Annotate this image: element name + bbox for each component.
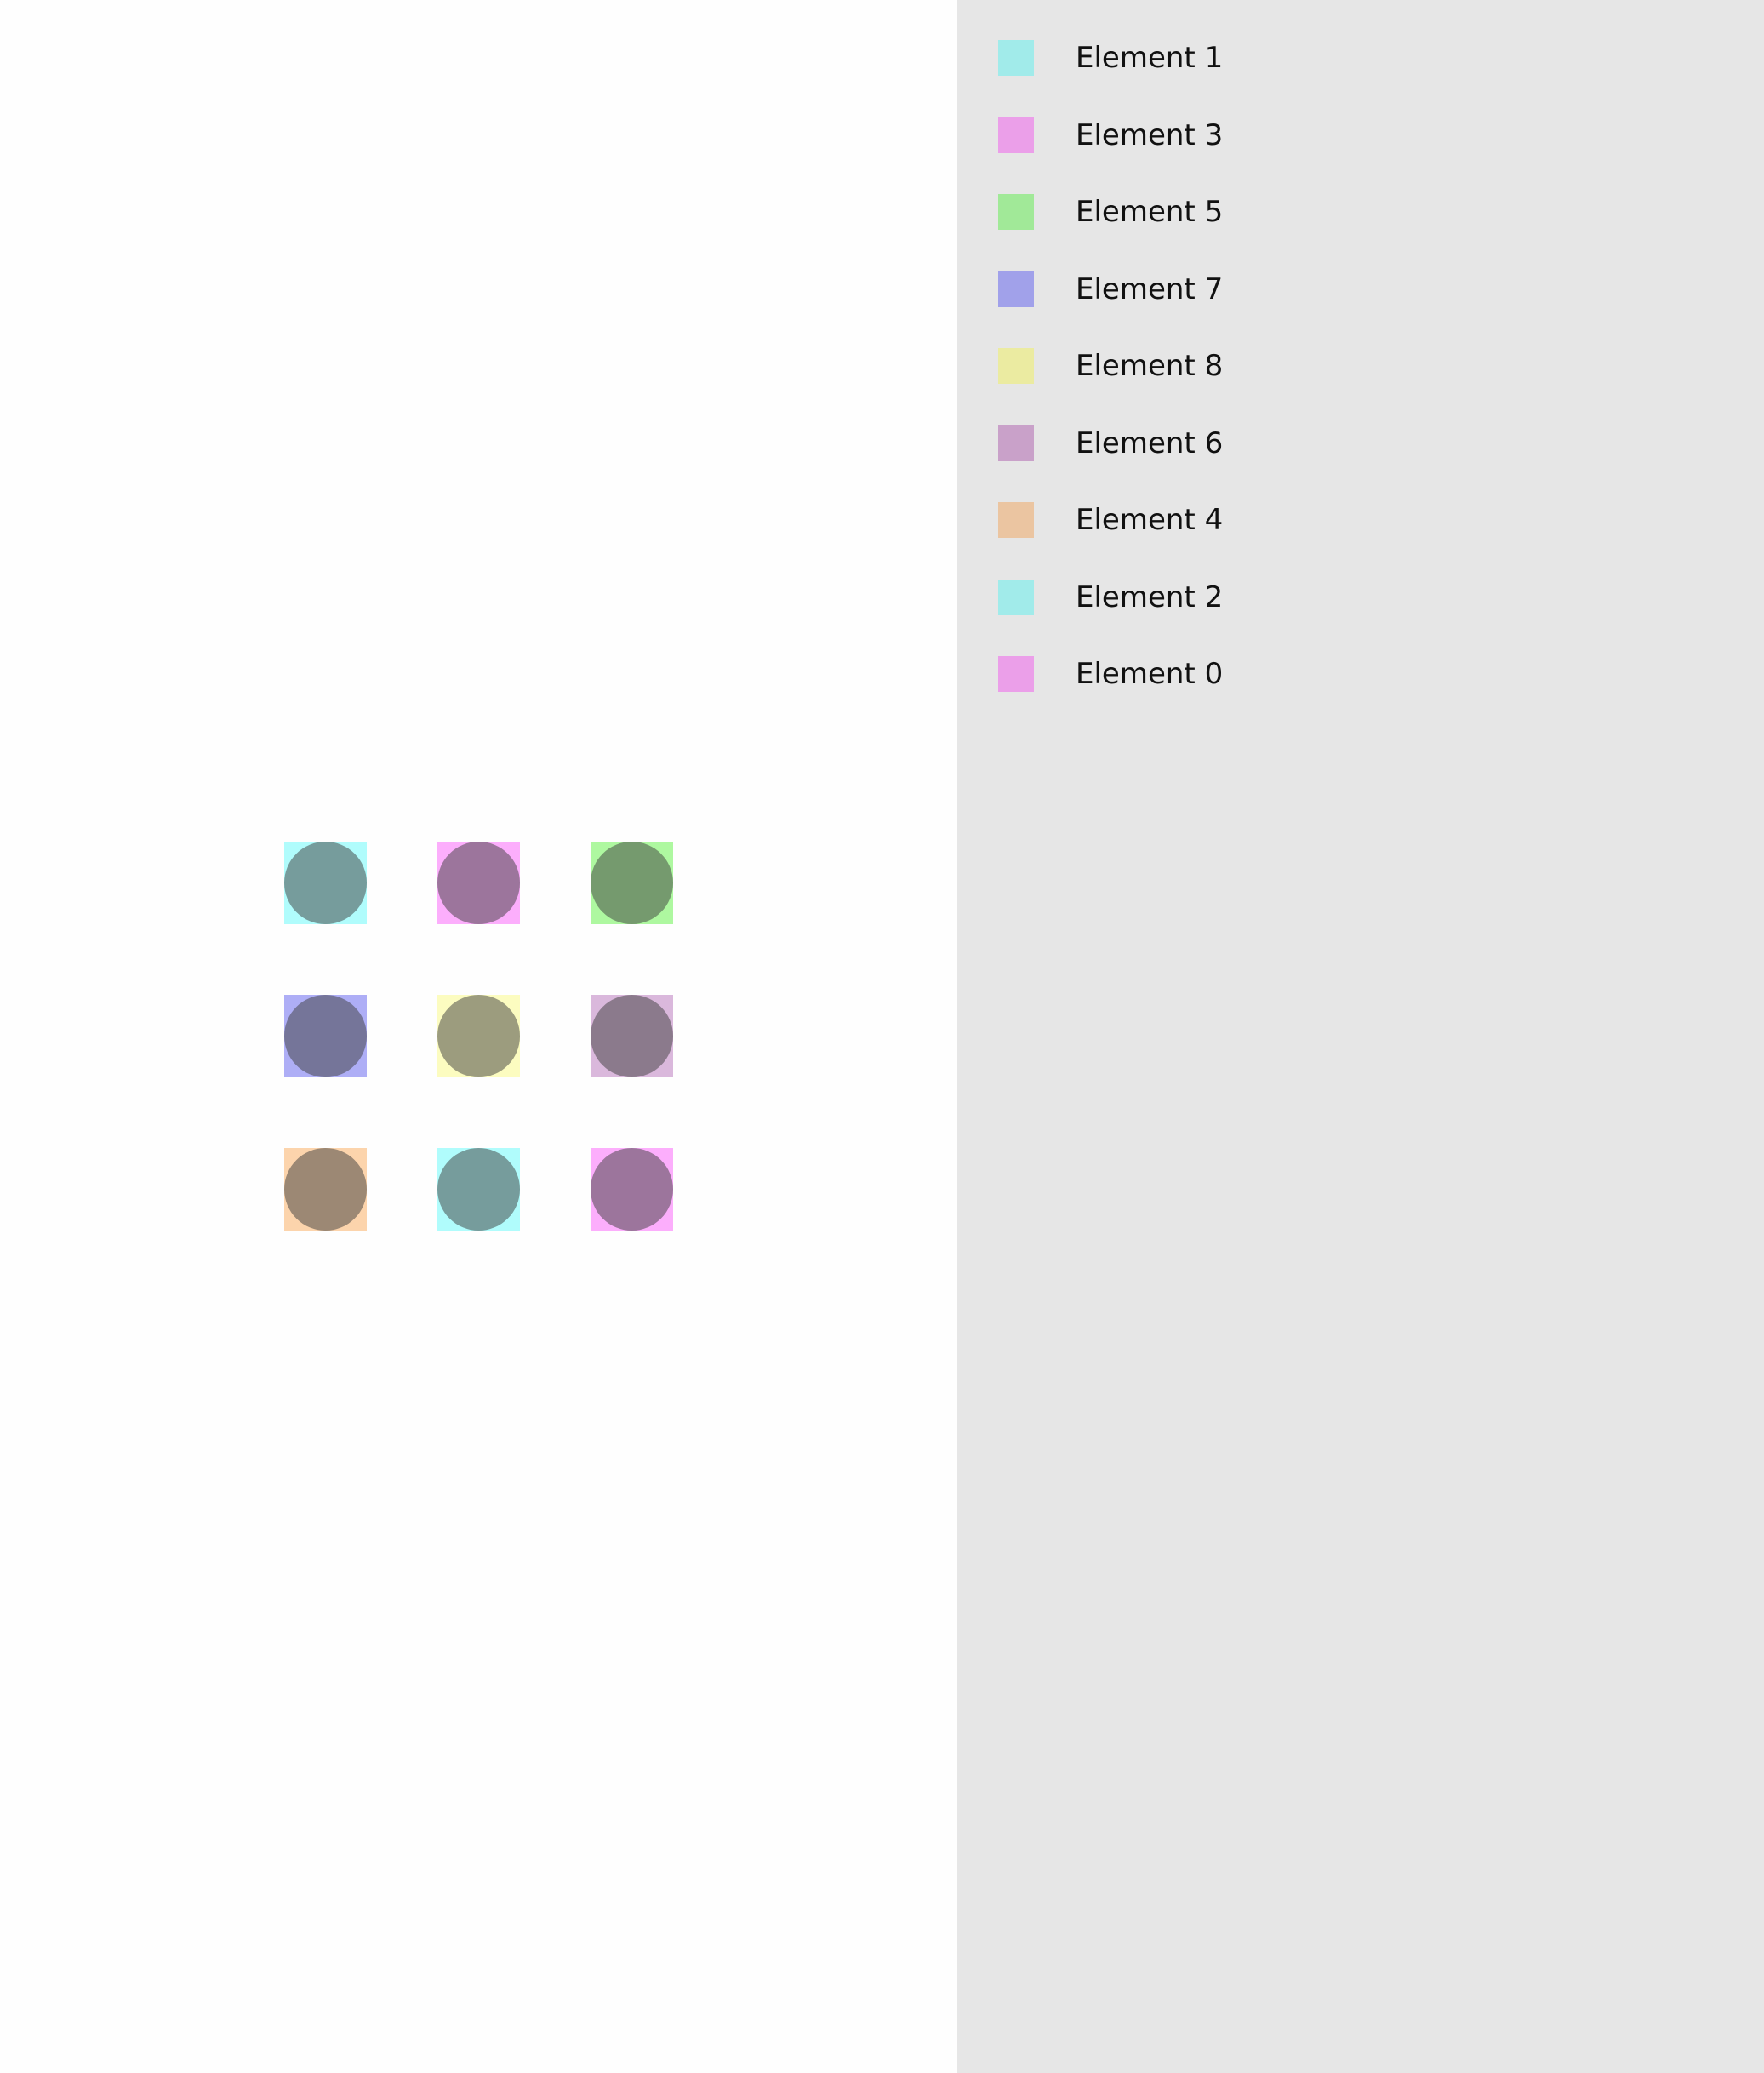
circle-marker-element-1 bbox=[284, 842, 367, 924]
grid-cell-element-0[interactable] bbox=[591, 1148, 673, 1231]
element-grid bbox=[284, 842, 673, 1231]
circle-marker-element-5 bbox=[591, 842, 673, 924]
color-swatch bbox=[998, 656, 1034, 692]
circle-marker-element-2 bbox=[437, 1148, 520, 1231]
legend-item-label: Element 2 bbox=[1076, 580, 1224, 614]
color-swatch bbox=[998, 194, 1034, 230]
grid-cell-element-3[interactable] bbox=[437, 842, 520, 924]
circle-marker-element-8 bbox=[437, 995, 520, 1077]
legend-item-label: Element 3 bbox=[1076, 117, 1224, 152]
color-swatch bbox=[998, 40, 1034, 76]
legend-panel: Element 1 Element 3 Element 5 Element 7 Elem… bbox=[957, 0, 1764, 2073]
legend-item-label: Element 7 bbox=[1076, 271, 1224, 306]
color-swatch bbox=[998, 271, 1034, 307]
grid-cell-element-2[interactable] bbox=[437, 1148, 520, 1231]
circle-marker-element-7 bbox=[284, 995, 367, 1077]
legend-item[interactable]: Element 5 bbox=[998, 194, 1223, 230]
canvas-area bbox=[0, 0, 957, 2073]
legend-item-label: Element 1 bbox=[1076, 41, 1224, 75]
color-swatch bbox=[998, 117, 1034, 153]
legend-item[interactable]: Element 8 bbox=[998, 348, 1223, 384]
circle-marker-element-4 bbox=[284, 1148, 367, 1231]
color-swatch bbox=[998, 348, 1034, 384]
legend-item[interactable]: Element 4 bbox=[998, 502, 1223, 538]
grid-cell-element-6[interactable] bbox=[591, 995, 673, 1077]
legend-item[interactable]: Element 6 bbox=[998, 425, 1223, 461]
grid-cell-element-4[interactable] bbox=[284, 1148, 367, 1231]
app-window: Element 1 Element 3 Element 5 Element 7 Elem… bbox=[0, 0, 1764, 2073]
legend-item-label: Element 8 bbox=[1076, 349, 1224, 383]
legend-item[interactable]: Element 1 bbox=[998, 40, 1223, 76]
grid-cell-element-5[interactable] bbox=[591, 842, 673, 924]
grid-cell-element-7[interactable] bbox=[284, 995, 367, 1077]
grid-cell-element-1[interactable] bbox=[284, 842, 367, 924]
color-swatch bbox=[998, 579, 1034, 615]
legend-item[interactable]: Element 7 bbox=[998, 271, 1223, 307]
legend-item[interactable]: Element 0 bbox=[998, 656, 1223, 692]
legend-list: Element 1 Element 3 Element 5 Element 7 Elem… bbox=[998, 40, 1223, 734]
color-swatch bbox=[998, 425, 1034, 461]
legend-item[interactable]: Element 3 bbox=[998, 117, 1223, 153]
legend-item-label: Element 6 bbox=[1076, 425, 1224, 460]
circle-marker-element-0 bbox=[591, 1148, 673, 1231]
color-swatch bbox=[998, 502, 1034, 538]
grid-cell-element-8[interactable] bbox=[437, 995, 520, 1077]
circle-marker-element-6 bbox=[591, 995, 673, 1077]
circle-marker-element-3 bbox=[437, 842, 520, 924]
legend-item-label: Element 4 bbox=[1076, 503, 1224, 537]
legend-item[interactable]: Element 2 bbox=[998, 579, 1224, 615]
legend-item-label: Element 5 bbox=[1076, 195, 1224, 229]
legend-item-label: Element 0 bbox=[1076, 657, 1224, 691]
